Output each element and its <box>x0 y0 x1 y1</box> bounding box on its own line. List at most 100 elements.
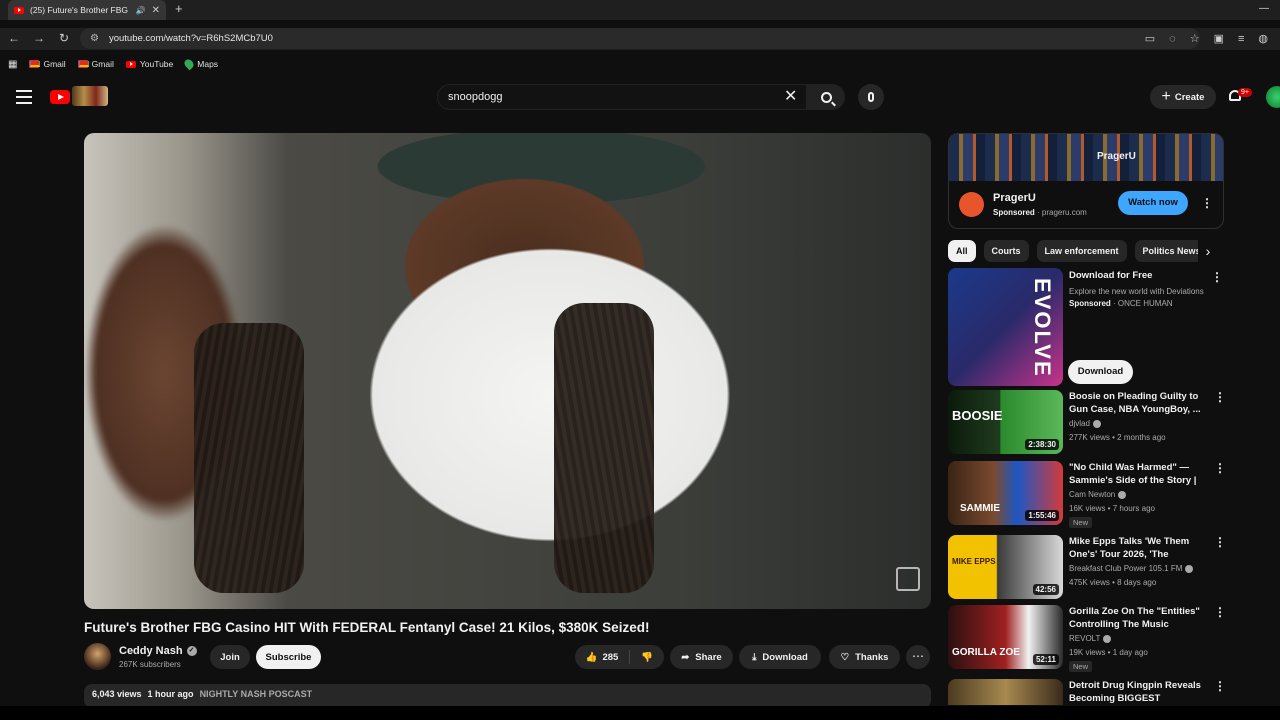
menu-icon[interactable] <box>16 90 32 104</box>
ad-menu-icon[interactable]: ⋮ <box>1211 270 1223 284</box>
duration-badge: 1:55:46 <box>1025 510 1059 521</box>
sidepanel-icon[interactable]: ▣ <box>1214 32 1224 45</box>
video-player[interactable] <box>84 133 931 609</box>
search-button[interactable] <box>807 84 845 110</box>
sponsored-ad-card[interactable]: PragerU PragerU Sponsored · prageru.com … <box>948 133 1224 229</box>
rec-title[interactable]: "No Child Was Harmed" — Sammie's Side of… <box>1069 461 1201 488</box>
close-tab-icon[interactable]: ✕ <box>152 5 160 16</box>
speaker-icon[interactable]: 🔊 <box>136 6 146 15</box>
browser-tab-strip: (25) Future's Brother FBG C... 🔊 ✕ + — <box>0 0 1280 20</box>
ad-menu-icon[interactable]: ⋮ <box>1201 196 1213 210</box>
reload-icon[interactable]: ↻ <box>54 28 74 48</box>
video-thumbnail[interactable]: GORILLA ZOE 52:11 <box>948 605 1063 669</box>
watch-now-button[interactable]: Watch now <box>1118 191 1188 215</box>
channel-avatar[interactable] <box>84 643 111 670</box>
back-icon[interactable]: ← <box>4 28 24 48</box>
forward-icon[interactable]: → <box>29 28 49 48</box>
youtube-logo-icon[interactable] <box>50 90 70 104</box>
rec-meta: 16K views • 7 hours ago <box>1069 504 1155 513</box>
video-thumbnail[interactable]: SAMMIE 1:55:46 <box>948 461 1063 525</box>
rec-title[interactable]: Gorilla Zoe On The "Entities" Controllin… <box>1069 605 1201 632</box>
rec-menu-icon[interactable]: ⋮ <box>1214 461 1226 475</box>
chip-courts[interactable]: Courts <box>983 240 1029 262</box>
ad-banner[interactable]: PragerU <box>949 134 1223 181</box>
description-box[interactable]: 6,043 views 1 hour ago NIGHTLY NASH POSC… <box>84 684 931 708</box>
rec-menu-icon[interactable]: ⋮ <box>1214 390 1226 404</box>
video-thumbnail[interactable]: MIKE EPPS 42:56 <box>948 535 1063 599</box>
create-button[interactable]: + Create <box>1150 85 1216 109</box>
rec-title[interactable]: Mike Epps Talks 'We Them One's' Tour 202… <box>1069 535 1201 562</box>
sponsored-label: Sponsored <box>993 208 1035 217</box>
chevron-right-icon[interactable]: › <box>1198 240 1218 262</box>
list-item[interactable]: SAMMIE 1:55:46 "No Child Was Harmed" — Sa… <box>948 461 1226 528</box>
notification-badge: 9+ <box>1238 88 1252 97</box>
bookmark-gmail-2[interactable]: Gmail <box>77 59 114 69</box>
video-thumbnail[interactable]: BOOSIE 2:38:30 <box>948 390 1063 454</box>
ad-sponsor-line: Sponsored · ONCE HUMAN <box>1069 299 1173 308</box>
download-button[interactable]: ⤓ Download <box>739 645 821 669</box>
prageru-logo-icon <box>959 192 984 217</box>
rec-menu-icon[interactable]: ⋮ <box>1214 535 1226 549</box>
channel-watermark-icon[interactable] <box>896 567 920 591</box>
description-tag[interactable]: NIGHTLY NASH POSCAST <box>200 689 313 703</box>
list-item[interactable]: MIKE EPPS 42:56 Mike Epps Talks 'We Them … <box>948 535 1226 599</box>
youtube-doodle[interactable] <box>72 86 108 106</box>
like-button[interactable]: 👍 285 <box>575 650 630 664</box>
list-item[interactable]: BOOSIE 2:38:30 Boosie on Pleading Guilty … <box>948 390 1226 454</box>
channel-name-row[interactable]: Ceddy Nash ✓ <box>119 645 197 657</box>
channel-name: Ceddy Nash <box>119 645 183 657</box>
video-thumbnail[interactable] <box>948 679 1063 705</box>
voice-search-button[interactable] <box>858 84 884 110</box>
thumbnail-text: SAMMIE <box>960 503 1000 514</box>
ad-name: PragerU <box>993 192 1036 204</box>
bookmark-youtube[interactable]: YouTube <box>125 59 173 69</box>
rec-menu-icon[interactable]: ⋮ <box>1214 605 1226 619</box>
ad-thumbnail[interactable]: EVOLVE <box>948 268 1063 386</box>
video-title: Future's Brother FBG Casino HIT With FED… <box>84 620 650 635</box>
rec-menu-icon[interactable]: ⋮ <box>1214 679 1224 693</box>
share-icon: ➦ <box>681 651 690 663</box>
bookmark-maps[interactable]: Maps <box>182 57 218 71</box>
rec-channel-row[interactable]: Breakfast Club Power 105.1 FM <box>1069 564 1194 573</box>
rec-channel-row[interactable]: djvlad <box>1069 419 1101 428</box>
tab-title: (25) Future's Brother FBG C... <box>30 5 130 15</box>
microphone-icon <box>868 92 874 102</box>
list-item[interactable]: Detroit Drug Kingpin Reveals Becoming BI… <box>948 679 1224 705</box>
bookmark-star-icon[interactable]: ☆ <box>1190 32 1200 45</box>
duration-badge: 42:56 <box>1032 584 1059 595</box>
reading-list-icon[interactable]: ≡ <box>1238 33 1244 45</box>
list-item[interactable]: GORILLA ZOE 52:11 Gorilla Zoe On The "Ent… <box>948 605 1226 672</box>
profile-icon[interactable]: ◍ <box>1258 32 1268 45</box>
like-dislike-group: 👍 285 👎 <box>575 645 664 669</box>
more-actions-icon[interactable]: ⋯ <box>906 645 930 669</box>
rec-channel-row[interactable]: REVOLT <box>1069 634 1112 643</box>
share-button[interactable]: ➦ Share <box>670 645 733 669</box>
rec-channel: Cam Newton <box>1069 490 1116 499</box>
search-input[interactable]: snoopdogg <box>437 84 807 110</box>
rec-channel-row[interactable]: Cam Newton <box>1069 490 1127 499</box>
share-label: Share <box>695 651 722 663</box>
eye-off-icon[interactable]: ◌ <box>1169 33 1176 45</box>
subscribe-button[interactable]: Subscribe <box>256 645 321 669</box>
ad-title[interactable]: Download for Free <box>1069 270 1152 281</box>
bookmark-gmail-1[interactable]: Gmail <box>29 59 66 69</box>
chip-all[interactable]: All <box>948 240 976 262</box>
rec-meta: 475K views • 8 days ago <box>1069 578 1157 587</box>
ad-subline: Sponsored · prageru.com <box>993 208 1087 217</box>
clear-search-icon[interactable]: ✕ <box>784 86 797 106</box>
join-button[interactable]: Join <box>210 645 250 669</box>
site-info-icon[interactable]: ⚙ <box>90 33 99 44</box>
thanks-button[interactable]: ♡ Thanks <box>829 645 900 669</box>
browser-tab[interactable]: (25) Future's Brother FBG C... 🔊 ✕ <box>8 0 166 20</box>
rec-title[interactable]: Detroit Drug Kingpin Reveals Becoming BI… <box>1069 679 1201 705</box>
ad-download-button[interactable]: Download <box>1068 360 1133 384</box>
address-bar[interactable]: ⚙ youtube.com/watch?v=R6hS2MCb7U0 <box>80 28 1200 49</box>
dislike-button[interactable]: 👎 <box>630 652 664 663</box>
apps-grid-icon[interactable]: ▦ <box>8 59 17 70</box>
youtube-icon <box>125 60 136 68</box>
chip-law-enforcement[interactable]: Law enforcement <box>1036 240 1127 262</box>
cast-icon[interactable]: ▭ <box>1145 32 1155 45</box>
minimize-button[interactable]: — <box>1248 0 1280 20</box>
rec-title[interactable]: Boosie on Pleading Guilty to Gun Case, N… <box>1069 390 1201 416</box>
new-tab-button[interactable]: + <box>175 2 183 16</box>
